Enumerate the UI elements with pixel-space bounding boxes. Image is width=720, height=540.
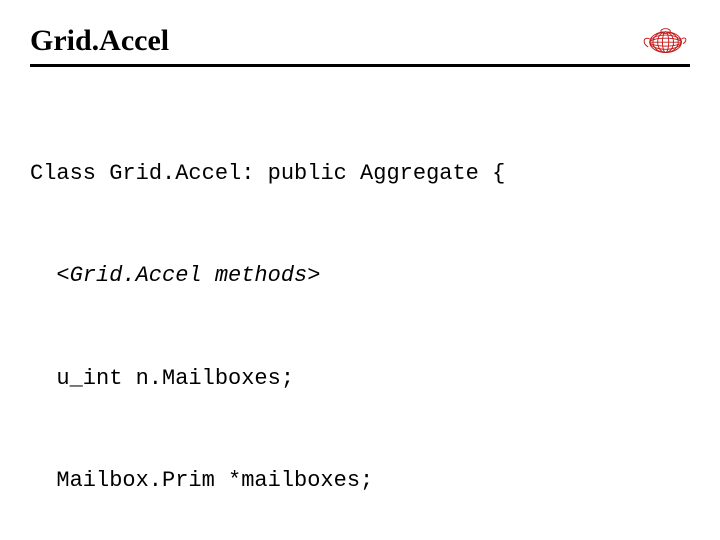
teapot-icon <box>638 20 690 58</box>
code-line: u_int n.Mailboxes; <box>30 362 690 396</box>
code-line: Class Grid.Accel: public Aggregate { <box>30 157 690 191</box>
slide: Grid.Accel Class Grid.Accel: public A <box>0 0 720 540</box>
code-block: Class Grid.Accel: public Aggregate { <Gr… <box>30 89 690 540</box>
code-line-methods: <Grid.Accel methods> <box>30 259 690 293</box>
slide-title: Grid.Accel <box>30 24 169 58</box>
code-line: Mailbox.Prim *mailboxes; <box>30 464 690 498</box>
slide-header: Grid.Accel <box>30 20 690 67</box>
